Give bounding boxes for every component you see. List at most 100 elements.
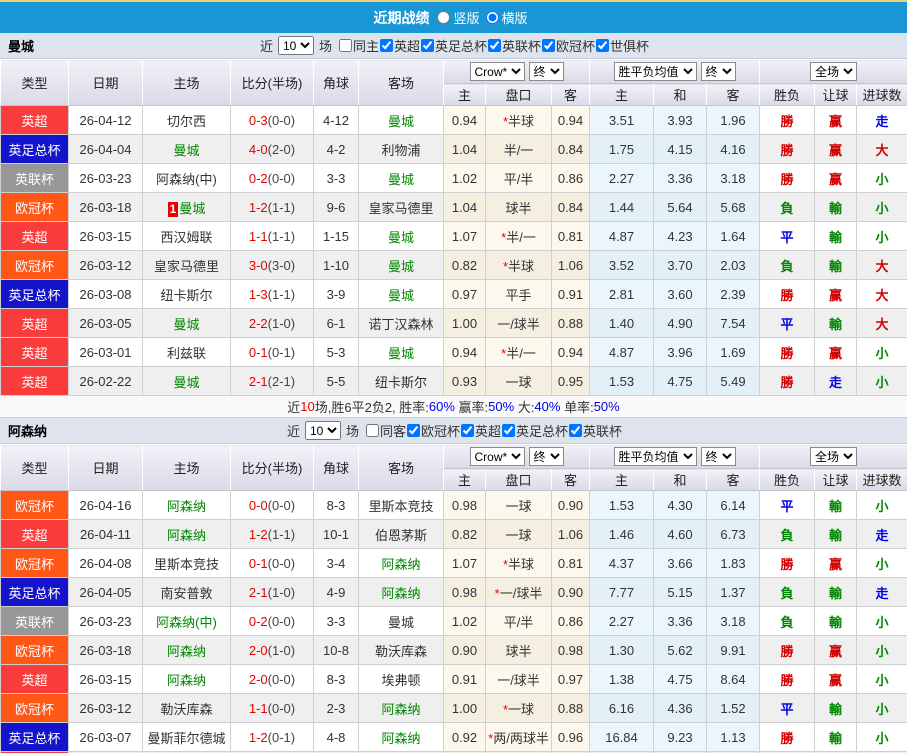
games-count-select[interactable]: 10 — [277, 36, 314, 55]
competition-badge[interactable]: 英足总杯 — [0, 577, 69, 607]
away-team[interactable]: 阿森纳 — [358, 548, 444, 578]
competition-badge[interactable]: 英足总杯 — [0, 279, 69, 309]
result-winlose: 勝 — [759, 105, 816, 135]
filter-checkbox[interactable] — [488, 39, 502, 52]
home-team-name: 纽卡斯尔 — [160, 287, 213, 303]
home-team[interactable]: 曼城 — [142, 134, 231, 164]
table-row: 英超 26-03-01 利兹联 0-1(0-1) 5-3 曼城 0.94 *半/… — [0, 337, 907, 367]
filter-checkbox[interactable] — [338, 39, 352, 52]
home-team[interactable]: 南安普敦 — [142, 577, 231, 607]
competition-badge[interactable]: 欧冠杯 — [0, 490, 69, 520]
halftime-score: (1-1) — [267, 286, 296, 302]
halftime-score: (0-1) — [267, 729, 296, 745]
competition-badge[interactable]: 欧冠杯 — [0, 548, 69, 578]
home-team[interactable]: 曼城 — [142, 366, 231, 396]
home-team[interactable]: 阿森纳(中) — [142, 163, 231, 193]
odds-time-select[interactable]: 终 — [528, 62, 564, 81]
filter-checkbox[interactable] — [406, 424, 420, 437]
odds-source-select[interactable]: Crow* — [469, 447, 525, 466]
home-team[interactable]: 阿森纳 — [142, 664, 231, 694]
away-team[interactable]: 曼城 — [358, 606, 444, 636]
col-header-type: 类型 — [0, 444, 69, 491]
away-team[interactable]: 曼城 — [358, 337, 444, 367]
games-count-select[interactable]: 10 — [304, 421, 341, 440]
competition-badge[interactable]: 英超 — [0, 308, 69, 338]
home-team[interactable]: 纽卡斯尔 — [142, 279, 231, 309]
avg-source-select[interactable]: 胜平负均值 — [613, 447, 697, 466]
avg-home: 1.46 — [589, 519, 654, 549]
competition-badge[interactable]: 英足总杯 — [0, 134, 69, 164]
away-team[interactable]: 曼城 — [358, 250, 444, 280]
result-handicap: 輸 — [814, 192, 858, 222]
away-team[interactable]: 利物浦 — [358, 134, 444, 164]
home-team[interactable]: 1 曼城 — [142, 192, 231, 222]
away-team[interactable]: 诺丁汉森林 — [358, 308, 444, 338]
filter-checkbox[interactable] — [379, 39, 393, 52]
home-team[interactable]: 里斯本竞技 — [142, 548, 231, 578]
competition-badge[interactable]: 英超 — [0, 221, 69, 251]
games-suffix: 场 — [345, 424, 359, 439]
filter-checkbox[interactable] — [596, 39, 610, 52]
halftime-score: (0-0) — [267, 700, 296, 716]
away-team[interactable]: 里斯本竞技 — [358, 490, 444, 520]
home-team[interactable]: 阿森纳(中) — [142, 606, 231, 636]
home-team[interactable]: 切尔西 — [142, 105, 231, 135]
competition-badge[interactable]: 欧冠杯 — [0, 250, 69, 280]
version-radio-input[interactable] — [437, 11, 451, 24]
away-team[interactable]: 曼城 — [358, 221, 444, 251]
period-select[interactable]: 全场 — [810, 62, 858, 81]
avg-away: 1.83 — [705, 548, 761, 578]
away-team[interactable]: 皇家马德里 — [358, 192, 444, 222]
result-goals: 小 — [856, 548, 907, 578]
competition-badge[interactable]: 英超 — [0, 366, 69, 396]
home-team[interactable]: 曼城 — [142, 308, 231, 338]
competition-badge[interactable]: 英联杯 — [0, 606, 69, 636]
avg-time-select[interactable]: 终 — [700, 447, 736, 466]
filter-欧冠杯: 欧冠杯 — [542, 36, 595, 55]
home-team[interactable]: 利兹联 — [142, 337, 231, 367]
filter-checkbox[interactable] — [542, 39, 556, 52]
filter-checkbox[interactable] — [569, 424, 583, 437]
match-date: 26-03-23 — [68, 163, 143, 193]
competition-badge[interactable]: 英超 — [0, 105, 69, 135]
competition-badge[interactable]: 英足总杯 — [0, 722, 69, 752]
home-team[interactable]: 阿森纳 — [142, 519, 231, 549]
home-team[interactable]: 西汉姆联 — [142, 221, 231, 251]
filter-checkbox[interactable] — [502, 424, 516, 437]
away-team[interactable]: 埃弗顿 — [358, 664, 444, 694]
competition-badge[interactable]: 欧冠杯 — [0, 192, 69, 222]
away-team[interactable]: 勒沃库森 — [358, 635, 444, 665]
away-team[interactable]: 曼城 — [358, 279, 444, 309]
filter-checkbox[interactable] — [421, 39, 434, 52]
handicap-text: 平/半 — [503, 614, 534, 630]
home-team[interactable]: 阿森纳 — [142, 635, 231, 665]
handicap: *半/一 — [485, 337, 552, 367]
competition-badge[interactable]: 欧冠杯 — [0, 693, 69, 723]
home-team[interactable]: 阿森纳 — [142, 490, 231, 520]
competition-badge[interactable]: 欧冠杯 — [0, 635, 69, 665]
away-team[interactable]: 曼城 — [358, 105, 444, 135]
competition-badge[interactable]: 英超 — [0, 664, 69, 694]
avg-time-select[interactable]: 终 — [700, 62, 736, 81]
avg-source-select[interactable]: 胜平负均值 — [613, 62, 697, 81]
odds-time-select[interactable]: 终 — [528, 447, 564, 466]
competition-badge[interactable]: 英联杯 — [0, 163, 69, 193]
period-select[interactable]: 全场 — [810, 447, 858, 466]
halftime-score: (2-1) — [267, 373, 296, 389]
competition-badge[interactable]: 英超 — [0, 337, 69, 367]
competition-badge[interactable]: 英超 — [0, 519, 69, 549]
filter-checkbox[interactable] — [461, 424, 474, 437]
fulltime-score: 3-0 — [248, 257, 268, 273]
away-team[interactable]: 曼城 — [358, 163, 444, 193]
away-team[interactable]: 阿森纳 — [358, 577, 444, 607]
home-team[interactable]: 曼斯菲尔德城 — [142, 722, 231, 752]
away-team[interactable]: 阿森纳 — [358, 693, 444, 723]
home-team[interactable]: 皇家马德里 — [142, 250, 231, 280]
away-team[interactable]: 纽卡斯尔 — [358, 366, 444, 396]
away-team[interactable]: 伯恩茅斯 — [358, 519, 444, 549]
version-radio-input[interactable] — [485, 11, 499, 24]
away-team[interactable]: 阿森纳 — [358, 722, 444, 752]
filter-checkbox[interactable] — [365, 424, 379, 437]
home-team[interactable]: 勒沃库森 — [142, 693, 231, 723]
odds-source-select[interactable]: Crow* — [469, 62, 525, 81]
